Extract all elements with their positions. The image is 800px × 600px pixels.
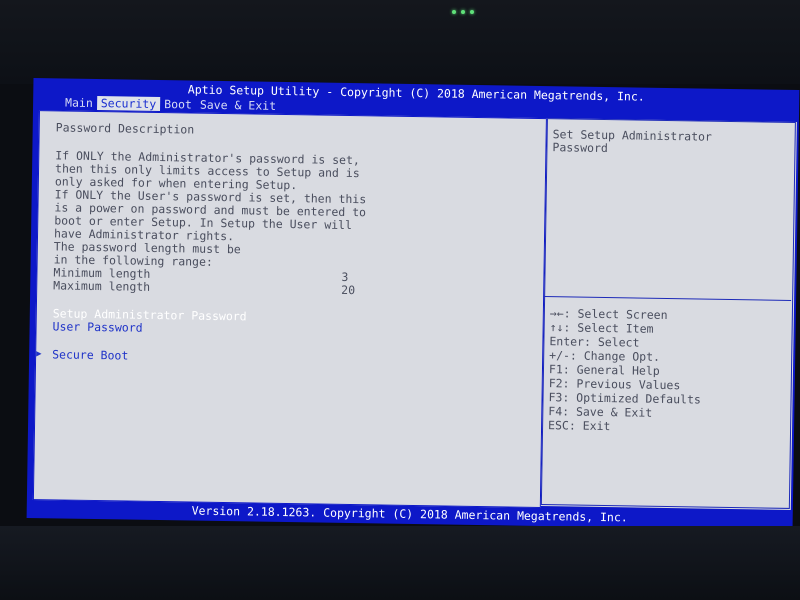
tab-save-exit[interactable]: Save & Exit [196,98,280,113]
tab-main[interactable]: Main [61,95,97,110]
tab-boot[interactable]: Boot [160,97,196,112]
main-panel: Password Description If ONLY the Adminis… [32,110,547,509]
help-panel: Set Setup Administrator Password →←: Sel… [540,118,797,510]
monitor-bezel-bottom [0,526,800,600]
help-text: Password [552,140,608,156]
submenu-arrow-icon: ▶ [36,349,42,360]
led-icon [452,10,456,14]
led-icon [470,10,474,14]
monitor-bezel-top [0,0,800,84]
tab-security[interactable]: Security [96,96,161,112]
max-length-label: Maximum length [53,278,151,294]
led-icon [461,10,465,14]
status-leds [452,10,474,14]
key-hint: ESC: Exit [548,418,611,434]
user-password-item[interactable]: User Password [52,319,142,335]
max-length-value: 20 [341,282,356,298]
secure-boot-submenu[interactable]: Secure Boot [52,347,128,362]
bios-screen: Aptio Setup Utility - Copyright (C) 2018… [26,78,800,530]
section-title: Password Description [55,120,195,137]
